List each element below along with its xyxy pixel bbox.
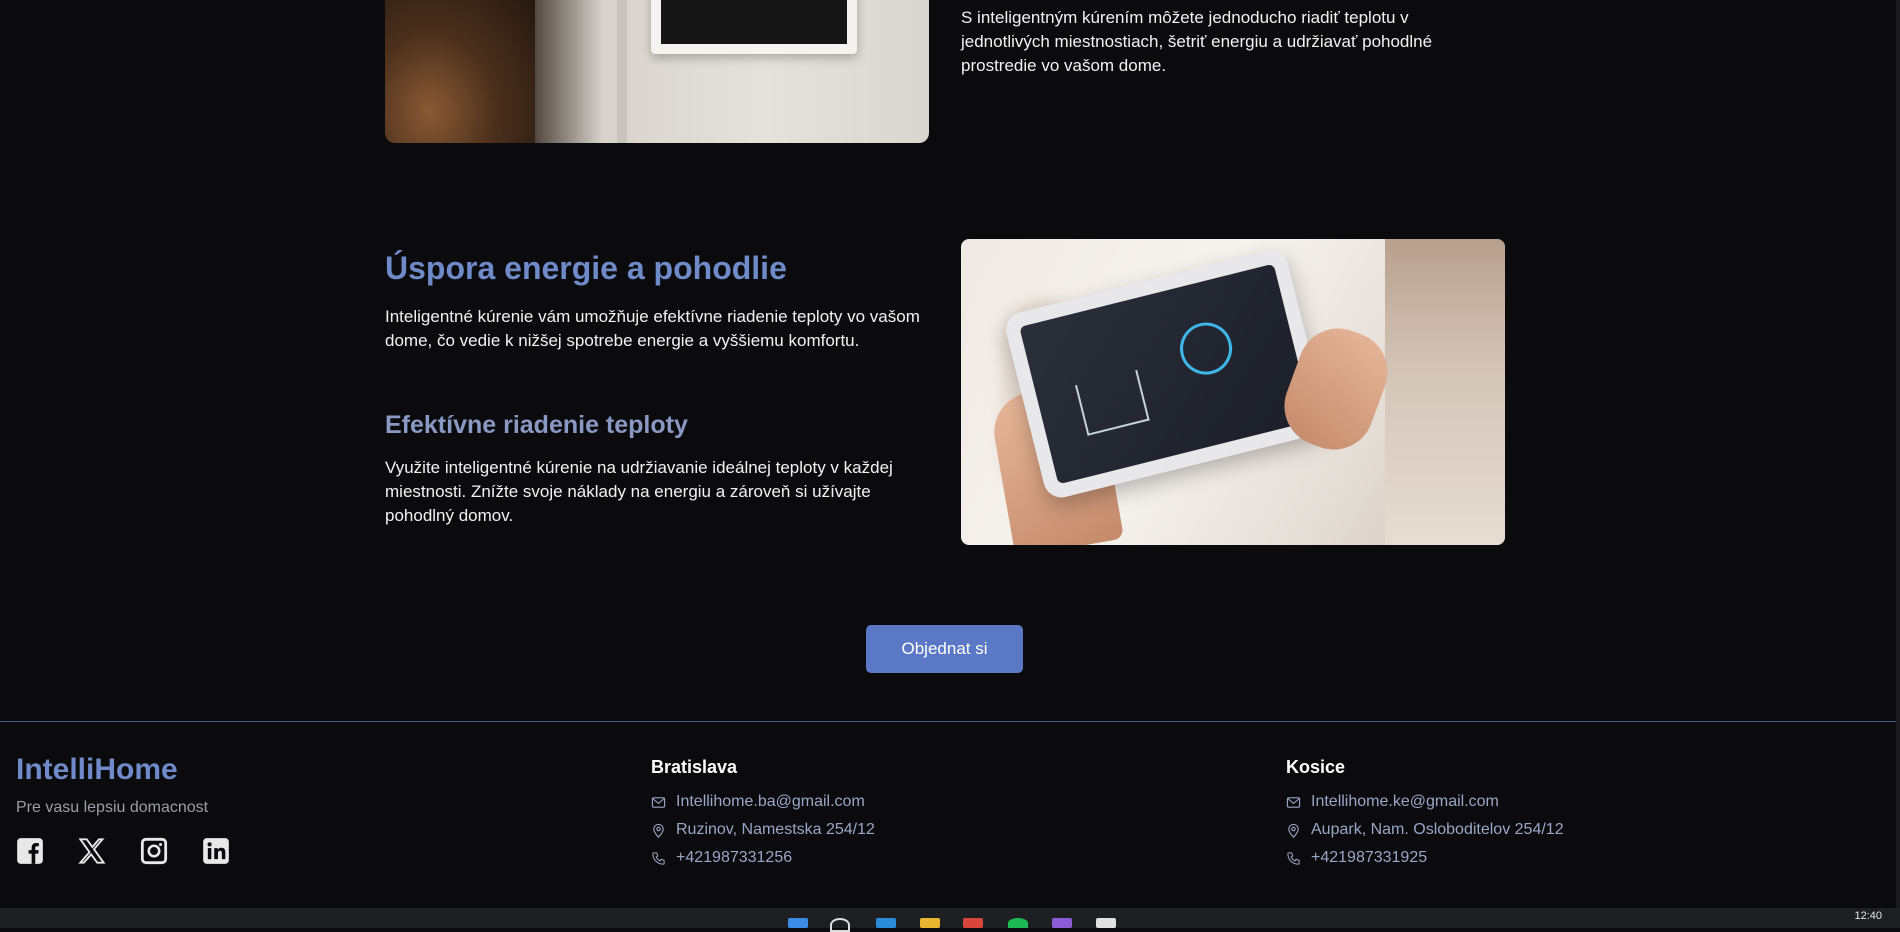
social-links [16, 837, 230, 865]
location-pin-icon [1288, 823, 1299, 838]
phone-icon [652, 851, 665, 865]
app-icon[interactable] [1052, 918, 1072, 928]
taskbar-clock[interactable]: 12:40 [1854, 910, 1882, 922]
x-icon[interactable] [78, 837, 106, 865]
intro-paragraph: S inteligentným kúrením môžete jednoduch… [961, 8, 1433, 75]
order-button[interactable]: Objednat si [866, 625, 1023, 673]
address-row: Ruzinov, Namestska 254/12 [651, 816, 875, 844]
linkedin-icon[interactable] [202, 837, 230, 865]
city-title: Kosice [1286, 757, 1346, 777]
chrome-icon[interactable] [963, 918, 983, 928]
thermostat-wall-image [385, 0, 929, 143]
os-taskbar: 12:40 [0, 908, 1900, 932]
instagram-icon[interactable] [140, 837, 168, 865]
address-row: Aupark, Nam. Osloboditelov 254/12 [1286, 816, 1564, 844]
phone-text[interactable]: +421987331256 [676, 849, 792, 867]
location-pin-icon [653, 823, 664, 838]
phone-row[interactable]: +421987331925 [1286, 844, 1564, 872]
calendar-icon[interactable] [1096, 918, 1116, 928]
section-paragraph: Inteligentné kúrenie vám umožňuje efektí… [385, 307, 920, 350]
footer-tagline: Pre vasu lepsiu domacnost [16, 799, 209, 816]
footer-col-bratislava: Bratislava Intellihome.ba@gmail.com Ruzi… [651, 757, 875, 872]
email-row[interactable]: Intellihome.ba@gmail.com [651, 788, 875, 816]
file-explorer-icon[interactable] [920, 918, 940, 928]
footer-divider [0, 721, 1900, 722]
vscode-icon[interactable] [876, 918, 896, 928]
email-text[interactable]: Intellihome.ke@gmail.com [1311, 793, 1499, 811]
start-icon[interactable] [788, 918, 808, 928]
address-text: Ruzinov, Namestska 254/12 [676, 821, 875, 838]
footer-col-kosice: Kosice Intellihome.ke@gmail.com Aupark, … [1286, 757, 1564, 872]
phone-text[interactable]: +421987331925 [1311, 849, 1427, 867]
phone-icon [1287, 851, 1300, 865]
mail-icon [651, 796, 666, 808]
page-scrollbar[interactable] [1896, 0, 1900, 908]
email-text[interactable]: Intellihome.ba@gmail.com [676, 793, 865, 811]
address-text: Aupark, Nam. Osloboditelov 254/12 [1311, 821, 1564, 838]
mail-icon [1286, 796, 1301, 808]
facebook-icon[interactable] [16, 837, 44, 865]
city-title: Bratislava [651, 757, 738, 777]
footer-brand[interactable]: IntelliHome [16, 753, 178, 787]
section-heading: Úspora energie a pohodlie [385, 250, 787, 286]
email-row[interactable]: Intellihome.ke@gmail.com [1286, 788, 1564, 816]
search-icon[interactable] [830, 918, 850, 932]
spotify-icon[interactable] [1008, 918, 1028, 928]
section-subheading: Efektívne riadenie teploty [385, 411, 688, 439]
phone-row[interactable]: +421987331256 [651, 844, 875, 872]
smart-home-tablet-image [961, 239, 1505, 545]
section-subparagraph: Využite inteligentné kúrenie na udržiava… [385, 458, 893, 525]
